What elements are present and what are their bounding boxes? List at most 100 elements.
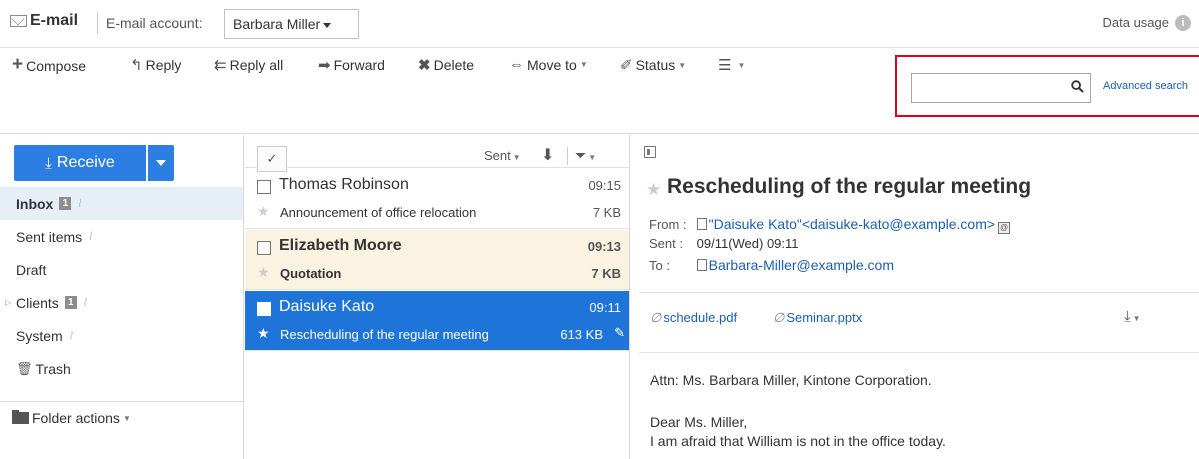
from-address[interactable]: "Daisuke Kato"<daisuke-kato@example.com>	[709, 216, 995, 232]
list-icon: ☰	[718, 57, 732, 74]
sent-row: Sent : 09/11(Wed) 09:11	[649, 236, 799, 251]
download-icon: ⤓	[1124, 308, 1131, 325]
status-button[interactable]: ✐ Status ▼	[620, 56, 686, 74]
mail-size: 613 KB	[560, 327, 603, 342]
folder-actions-label: Folder actions	[32, 410, 120, 426]
account-select[interactable]: Barbara Miller	[224, 9, 359, 39]
folder-label: Draft	[16, 261, 47, 278]
reply-label: Reply	[145, 57, 182, 73]
star-icon[interactable]: ★	[257, 264, 270, 281]
body-line: Dear Ms. Miller,	[650, 414, 748, 430]
feed-icon: ⌇	[76, 198, 82, 210]
folder-inbox[interactable]: Inbox 1 ⌇	[0, 187, 243, 220]
delete-button[interactable]: ✖ Delete	[418, 56, 474, 74]
divider	[639, 292, 1199, 293]
receive-dropdown-button[interactable]	[148, 145, 174, 181]
download-attachments-button[interactable]: ⤓ ▼	[1124, 308, 1141, 325]
body-line: I am afraid that William is not in the o…	[650, 433, 946, 449]
delete-x-icon: ✖	[418, 57, 431, 74]
feed-icon: ⌇	[67, 330, 74, 342]
list-item[interactable]: Elizabeth Moore 09:13 ★ Quotation 7 KB	[245, 230, 629, 290]
view-options-button[interactable]: ☰ ▼	[718, 56, 745, 74]
attachment-link[interactable]: ∅ schedule.pdf	[650, 310, 737, 326]
list-item[interactable]: Thomas Robinson 09:15 ★ Announcement of …	[245, 169, 629, 229]
filter-icon[interactable]: ⏷ ▼	[575, 147, 596, 164]
reply-arrow-icon: ↰	[130, 57, 143, 74]
status-label: Status	[635, 57, 676, 73]
reply-all-icon: ⇇	[214, 57, 227, 74]
unread-badge: 1	[59, 197, 72, 210]
forward-button[interactable]: ➡ Forward	[318, 56, 385, 74]
chevron-down-icon	[156, 160, 166, 166]
row-checkbox[interactable]	[257, 180, 271, 194]
feed-icon: ⌇	[87, 231, 93, 243]
paperclip-icon: ✎	[614, 325, 625, 340]
expand-triangle-icon[interactable]: ▷	[5, 298, 11, 307]
search-icon[interactable]	[1071, 80, 1084, 93]
download-icon: ⤓	[45, 154, 52, 172]
mail-subject: Announcement of office relocation	[280, 205, 477, 220]
compose-label: Compose	[26, 58, 87, 74]
advanced-search-link[interactable]: Advanced search	[1103, 80, 1188, 92]
list-item[interactable]: Daisuke Kato 09:11 ★ Rescheduling of the…	[245, 291, 629, 351]
app-title: E-mail	[10, 12, 78, 30]
attachment-link[interactable]: ∅ Seminar.pptx	[773, 310, 862, 326]
sort-direction-icon[interactable]: ⬇	[541, 145, 554, 165]
body-line: Attn: Ms. Barbara Miller, Kintone Corpor…	[650, 372, 932, 388]
to-address[interactable]: Barbara-Miller@example.com	[709, 257, 894, 273]
sent-label: Sent :	[649, 236, 683, 251]
folder-actions-button[interactable]: Folder actions ▼	[12, 410, 131, 426]
folder-draft[interactable]: Draft	[0, 253, 243, 286]
unread-badge: 1	[64, 296, 77, 309]
star-icon[interactable]: ★	[257, 203, 270, 220]
attachment-name: schedule.pdf	[663, 310, 738, 325]
star-icon[interactable]: ★	[257, 325, 270, 342]
folder-system[interactable]: System ⌇	[0, 319, 243, 352]
receive-button[interactable]: ⤓ Receive	[14, 145, 146, 181]
info-icon[interactable]: i	[1175, 15, 1191, 31]
account-label: E-mail account:	[106, 15, 203, 31]
received-time: 09:11	[589, 300, 621, 315]
attachment-name: Seminar.pptx	[786, 310, 863, 325]
to-label: To :	[649, 258, 670, 273]
address-book-icon[interactable]	[696, 218, 707, 230]
receive-label: Receive	[56, 154, 115, 171]
expand-pane-icon[interactable]	[644, 146, 656, 158]
app-title-label: E-mail	[30, 12, 79, 29]
received-time: 09:15	[588, 178, 621, 193]
chevron-down-icon: ▼	[512, 153, 521, 162]
folder-label: Trash	[35, 360, 71, 377]
search-input[interactable]	[911, 73, 1091, 103]
chevron-down-icon: ▼	[579, 60, 588, 69]
folder-trash[interactable]: 🗑 Trash	[0, 352, 243, 385]
row-checkbox[interactable]	[257, 302, 271, 316]
sort-dropdown[interactable]: Sent ▼	[484, 148, 521, 163]
compose-button[interactable]: + Compose	[12, 54, 87, 76]
move-to-button[interactable]: ⇔ Move to ▼	[509, 56, 588, 73]
folder-sent-items[interactable]: Sent items ⌇	[0, 220, 243, 253]
message-subject: Rescheduling of the regular meeting	[667, 175, 1032, 198]
folder-label: Sent items	[16, 228, 83, 245]
mail-size: 7 KB	[591, 266, 621, 281]
folder-label: Clients	[16, 294, 59, 311]
sent-value: 09/11(Wed) 09:11	[696, 236, 799, 251]
trash-icon: 🗑	[16, 360, 33, 376]
contact-card-icon[interactable]: @	[998, 222, 1011, 234]
mail-subject: Quotation	[280, 266, 342, 281]
folder-label: System	[16, 327, 63, 344]
message-list-pane: ✓ Sent ▼ ⬇ ⏷ ▼ Thomas Robinson 09:15 ★ Ann…	[245, 135, 630, 459]
data-usage-link[interactable]: Data usage	[1103, 15, 1170, 30]
from-row: From : "Daisuke Kato"<daisuke-kato@examp…	[649, 216, 1011, 234]
folder-pane: ⤓ Receive Inbox 1 ⌇ Sent items ⌇ Draft ▷ …	[0, 135, 244, 459]
address-book-icon[interactable]	[696, 259, 707, 271]
star-icon[interactable]: ★	[646, 180, 661, 200]
delete-label: Delete	[433, 57, 475, 73]
reply-button[interactable]: ↰ Reply	[130, 56, 181, 74]
reply-all-button[interactable]: ⇇ Reply all	[214, 56, 283, 74]
row-checkbox[interactable]	[257, 241, 271, 255]
folder-icon	[12, 410, 29, 424]
sender-name: Elizabeth Moore	[279, 237, 402, 254]
folder-clients[interactable]: ▷ Clients 1 ⌇	[0, 286, 243, 319]
plus-icon: +	[12, 54, 24, 75]
message-view-pane: ★ Rescheduling of the regular meeting Fr…	[631, 135, 1199, 459]
